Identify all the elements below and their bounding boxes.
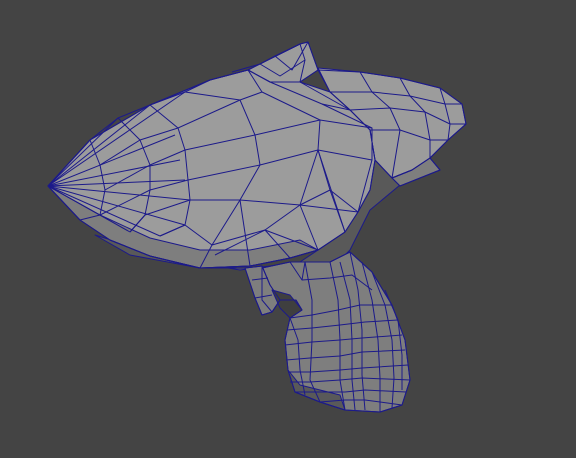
viewport-canvas[interactable] (0, 0, 576, 458)
raygun-mesh[interactable] (47, 41, 467, 413)
3d-viewport[interactable] (0, 0, 576, 458)
grip[interactable] (261, 251, 411, 413)
nose-cone (47, 69, 376, 269)
